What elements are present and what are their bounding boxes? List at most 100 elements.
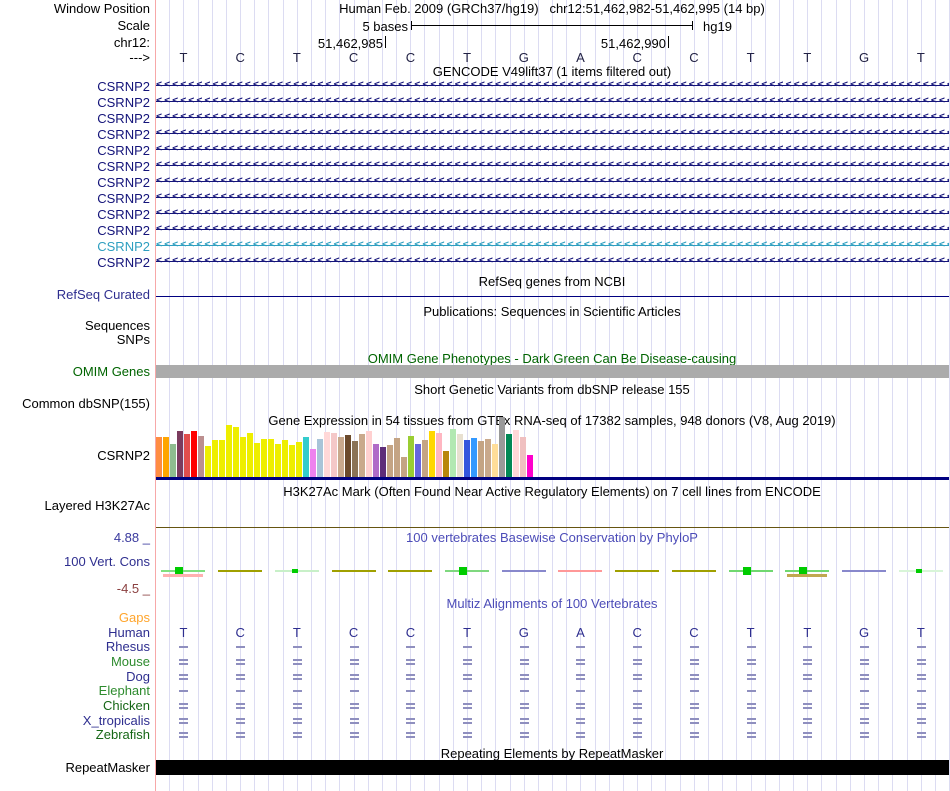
gene-row[interactable]: <<<<<<<<<<<<<<<<<<<<<<<<<<<<<<<<<<<<<<<<… (156, 144, 949, 154)
gtex-bar[interactable] (373, 444, 379, 477)
omim-genes-label[interactable]: OMIM Genes (0, 365, 150, 378)
gtex-bar[interactable] (366, 431, 372, 477)
gtex-bar[interactable] (338, 437, 344, 477)
gene-label[interactable]: CSRNP2 (0, 128, 150, 141)
gtex-bar[interactable] (436, 433, 442, 477)
gtex-bar[interactable] (331, 433, 337, 477)
gtex-bar[interactable] (471, 438, 477, 477)
layered-h3k27ac-label[interactable]: Layered H3K27Ac (0, 499, 150, 512)
repeatmasker-bar[interactable] (156, 760, 949, 775)
gtex-bar[interactable] (499, 417, 505, 477)
species-label[interactable]: Elephant (0, 684, 150, 697)
species-label[interactable]: Dog (0, 670, 150, 683)
gene-row[interactable]: <<<<<<<<<<<<<<<<<<<<<<<<<<<<<<<<<<<<<<<<… (156, 128, 949, 138)
gtex-bar[interactable] (310, 449, 316, 477)
gene-label[interactable]: CSRNP2 (0, 160, 150, 173)
gtex-bar[interactable] (380, 447, 386, 477)
gtex-bar[interactable] (156, 437, 162, 477)
gtex-bar[interactable] (513, 430, 519, 477)
gene-row[interactable]: <<<<<<<<<<<<<<<<<<<<<<<<<<<<<<<<<<<<<<<<… (156, 112, 949, 122)
gtex-gene-label[interactable]: CSRNP2 (0, 449, 150, 462)
gene-row[interactable]: <<<<<<<<<<<<<<<<<<<<<<<<<<<<<<<<<<<<<<<<… (156, 160, 949, 170)
gtex-bar[interactable] (352, 441, 358, 477)
gtex-bar[interactable] (443, 451, 449, 477)
gene-row[interactable]: <<<<<<<<<<<<<<<<<<<<<<<<<<<<<<<<<<<<<<<<… (156, 96, 949, 106)
gtex-bar[interactable] (408, 436, 414, 477)
gtex-bar[interactable] (387, 445, 393, 477)
species-label[interactable]: Mouse (0, 655, 150, 668)
gtex-bar[interactable] (177, 431, 183, 477)
gtex-bar[interactable] (527, 455, 533, 477)
gtex-bar[interactable] (261, 439, 267, 477)
gene-label[interactable]: CSRNP2 (0, 208, 150, 221)
gtex-bar[interactable] (163, 437, 169, 477)
gene-row[interactable]: <<<<<<<<<<<<<<<<<<<<<<<<<<<<<<<<<<<<<<<<… (156, 192, 949, 202)
gtex-bar[interactable] (191, 431, 197, 477)
vert-cons-label[interactable]: 100 Vert. Cons (0, 555, 150, 568)
gene-row[interactable]: <<<<<<<<<<<<<<<<<<<<<<<<<<<<<<<<<<<<<<<<… (156, 224, 949, 234)
gtex-bar[interactable] (275, 444, 281, 477)
gene-row[interactable]: <<<<<<<<<<<<<<<<<<<<<<<<<<<<<<<<<<<<<<<<… (156, 80, 949, 90)
gene-label[interactable]: CSRNP2 (0, 256, 150, 269)
gtex-bar[interactable] (422, 440, 428, 477)
gtex-bar[interactable] (317, 439, 323, 477)
gene-row[interactable]: <<<<<<<<<<<<<<<<<<<<<<<<<<<<<<<<<<<<<<<<… (156, 240, 949, 250)
gtex-bar[interactable] (240, 437, 246, 477)
gtex-bar[interactable] (289, 445, 295, 477)
gtex-bar[interactable] (429, 431, 435, 477)
repeatmasker-label[interactable]: RepeatMasker (0, 761, 150, 774)
snps-label[interactable]: SNPs (0, 333, 150, 346)
gtex-bar[interactable] (506, 434, 512, 477)
gtex-bar[interactable] (324, 432, 330, 477)
gtex-bar[interactable] (254, 443, 260, 477)
gtex-bar[interactable] (268, 439, 274, 477)
gtex-bar[interactable] (359, 434, 365, 477)
gene-row[interactable]: <<<<<<<<<<<<<<<<<<<<<<<<<<<<<<<<<<<<<<<<… (156, 208, 949, 218)
gene-label[interactable]: CSRNP2 (0, 192, 150, 205)
gene-label[interactable]: CSRNP2 (0, 176, 150, 189)
gtex-bar[interactable] (303, 437, 309, 477)
gtex-bar[interactable] (520, 437, 526, 477)
gene-label[interactable]: CSRNP2 (0, 224, 150, 237)
gtex-bar[interactable] (464, 440, 470, 477)
species-label[interactable]: Human (0, 626, 150, 639)
gtex-bar[interactable] (415, 444, 421, 477)
gtex-bar[interactable] (457, 434, 463, 477)
gtex-bar[interactable] (282, 440, 288, 477)
common-dbsnp-label[interactable]: Common dbSNP(155) (0, 397, 150, 410)
gene-row[interactable]: <<<<<<<<<<<<<<<<<<<<<<<<<<<<<<<<<<<<<<<<… (156, 256, 949, 266)
refseq-curated-line[interactable] (155, 296, 949, 297)
gtex-bar[interactable] (345, 435, 351, 477)
gtex-bar[interactable] (492, 444, 498, 477)
gtex-bar[interactable] (247, 433, 253, 477)
species-label[interactable]: Rhesus (0, 640, 150, 653)
gtex-bar[interactable] (170, 444, 176, 477)
gtex-bar[interactable] (212, 440, 218, 477)
species-label[interactable]: Chicken (0, 699, 150, 712)
alignment-dash (576, 690, 586, 693)
gtex-bar[interactable] (184, 434, 190, 477)
gene-row[interactable]: <<<<<<<<<<<<<<<<<<<<<<<<<<<<<<<<<<<<<<<<… (156, 176, 949, 186)
gene-label[interactable]: CSRNP2 (0, 112, 150, 125)
gtex-bar[interactable] (394, 438, 400, 477)
species-label[interactable]: X_tropicalis (0, 714, 150, 727)
gtex-bar[interactable] (205, 446, 211, 477)
gtex-bar[interactable] (219, 440, 225, 477)
gtex-bar[interactable] (198, 436, 204, 477)
species-label[interactable]: Gaps (0, 611, 150, 624)
gtex-bar[interactable] (401, 457, 407, 477)
gene-label[interactable]: CSRNP2 (0, 144, 150, 157)
sequences-label[interactable]: Sequences (0, 319, 150, 332)
gene-label[interactable]: CSRNP2 (0, 240, 150, 253)
gtex-bar[interactable] (478, 441, 484, 477)
gene-label[interactable]: CSRNP2 (0, 80, 150, 93)
gtex-bar[interactable] (485, 439, 491, 477)
species-label[interactable]: Zebrafish (0, 728, 150, 741)
gtex-bar[interactable] (450, 429, 456, 477)
gtex-bar[interactable] (296, 442, 302, 477)
refseq-curated-label[interactable]: RefSeq Curated (0, 288, 150, 301)
gene-label[interactable]: CSRNP2 (0, 96, 150, 109)
gtex-bar[interactable] (233, 427, 239, 477)
gtex-bar[interactable] (226, 425, 232, 477)
omim-genes-bar[interactable] (155, 365, 949, 378)
